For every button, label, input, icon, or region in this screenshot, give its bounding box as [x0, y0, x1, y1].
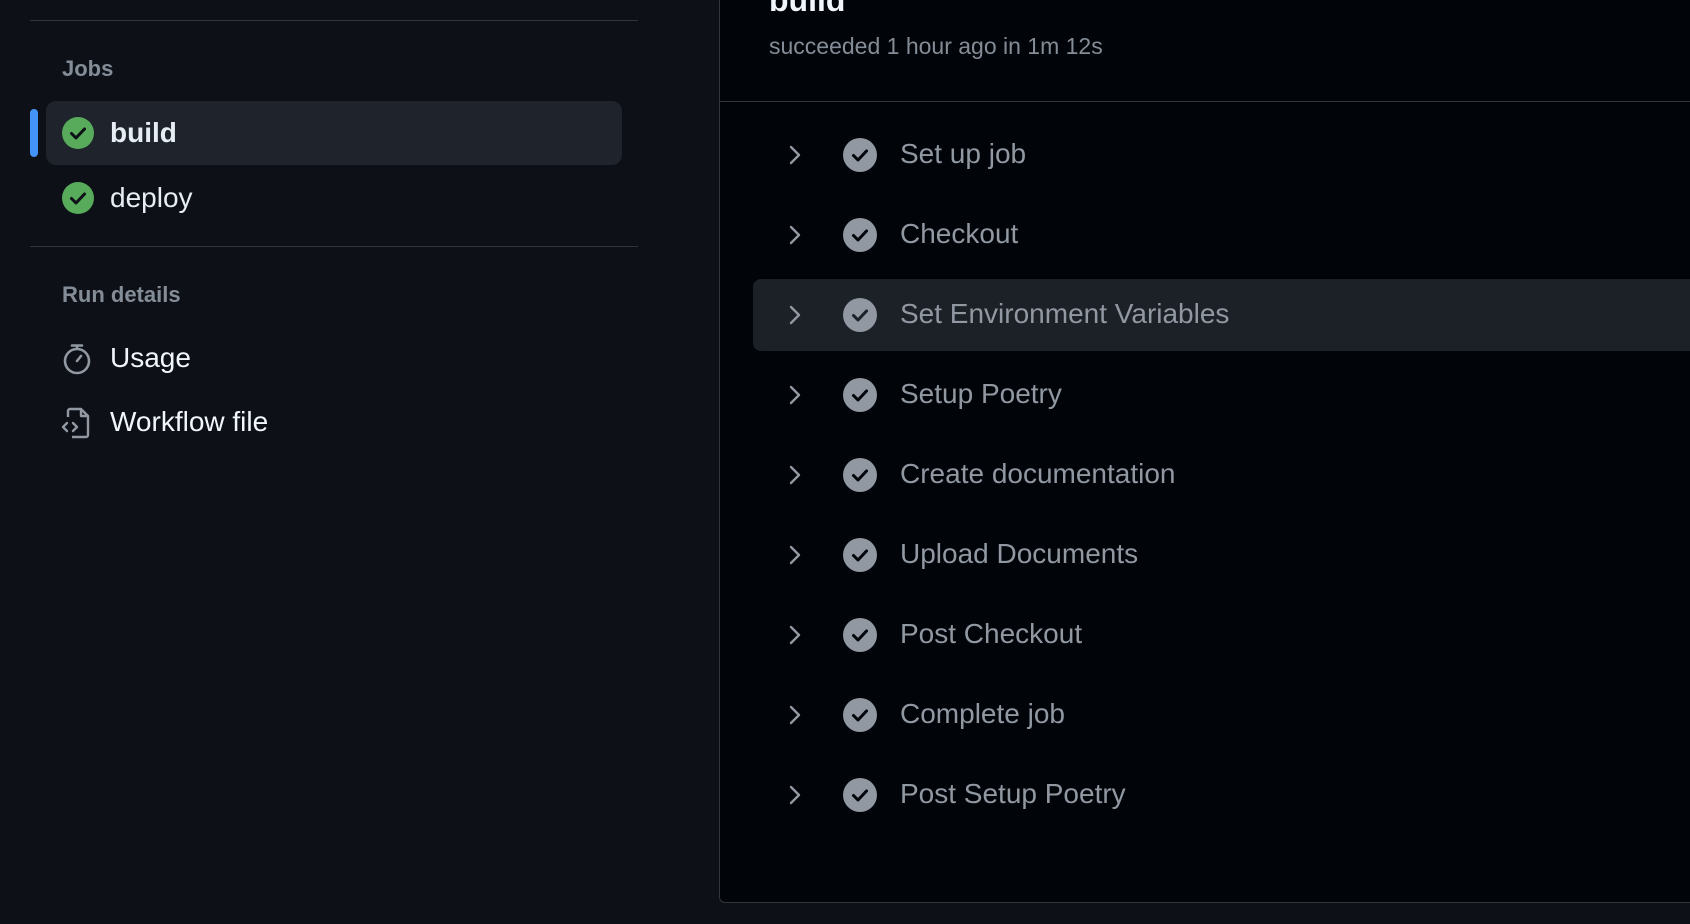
- check-circle-fill-icon: [843, 538, 877, 572]
- step-label: Upload Documents: [900, 538, 1139, 569]
- check-circle-fill-icon: [843, 138, 877, 172]
- check-circle-fill-icon: [843, 698, 877, 732]
- step-post-checkout[interactable]: Post Checkout: [753, 599, 1690, 671]
- job-status-text: succeeded 1 hour ago in 1m 12s: [769, 33, 1103, 59]
- run-details-section-title: Run details: [62, 282, 181, 307]
- chevron-right-icon: [789, 625, 801, 645]
- step-label: Post Checkout: [900, 618, 1083, 649]
- check-circle-fill-icon: [843, 378, 877, 412]
- step-upload-documents[interactable]: Upload Documents: [753, 519, 1690, 591]
- step-create-documentation[interactable]: Create documentation: [753, 439, 1690, 511]
- step-complete-job[interactable]: Complete job: [753, 679, 1690, 751]
- jobs-section-title: Jobs: [62, 56, 114, 81]
- sidebar-job-build[interactable]: build: [46, 101, 622, 165]
- step-post-setup-poetry[interactable]: Post Setup Poetry: [753, 759, 1690, 831]
- selected-job-indicator: [30, 109, 38, 157]
- check-circle-fill-icon: [843, 618, 877, 652]
- header-divider: [720, 101, 1690, 102]
- sidebar-item-usage[interactable]: Usage: [46, 330, 622, 386]
- file-code-icon: [61, 407, 90, 439]
- step-label: Post Setup Poetry: [900, 778, 1126, 809]
- sidebar-divider: [30, 246, 638, 247]
- workflow-run-page: Jobs build deploy Run details Usage Work…: [0, 0, 1690, 924]
- check-circle-fill-icon: [843, 458, 877, 492]
- check-circle-fill-icon: [62, 182, 94, 214]
- step-label: Set Environment Variables: [900, 298, 1230, 329]
- step-label: Complete job: [900, 698, 1065, 729]
- chevron-right-icon: [789, 145, 801, 165]
- sidebar-divider: [30, 20, 638, 21]
- step-set-up-job[interactable]: Set up job: [753, 119, 1690, 191]
- check-circle-fill-icon: [843, 298, 877, 332]
- step-label: Checkout: [900, 218, 1019, 249]
- chevron-right-icon: [789, 385, 801, 405]
- chevron-right-icon: [789, 545, 801, 565]
- job-title: build: [769, 0, 846, 18]
- step-label: Setup Poetry: [900, 378, 1062, 409]
- step-checkout[interactable]: Checkout: [753, 199, 1690, 271]
- step-label: Create documentation: [900, 458, 1176, 489]
- chevron-right-icon: [789, 305, 801, 325]
- step-set-environment-variables[interactable]: Set Environment Variables: [753, 279, 1690, 351]
- chevron-right-icon: [789, 225, 801, 245]
- sidebar-job-label: build: [110, 117, 177, 148]
- chevron-right-icon: [789, 465, 801, 485]
- sidebar-item-workflow-file[interactable]: Workflow file: [46, 394, 622, 450]
- chevron-right-icon: [789, 785, 801, 805]
- sidebar-job-deploy[interactable]: deploy: [46, 166, 622, 230]
- stopwatch-icon: [63, 344, 91, 375]
- check-circle-fill-icon: [843, 778, 877, 812]
- check-circle-fill-icon: [62, 117, 94, 149]
- sidebar-job-label: deploy: [110, 182, 193, 213]
- job-detail-panel: build succeeded 1 hour ago in 1m 12s Set…: [719, 0, 1690, 903]
- step-setup-poetry[interactable]: Setup Poetry: [753, 359, 1690, 431]
- check-circle-fill-icon: [843, 218, 877, 252]
- step-label: Set up job: [900, 138, 1027, 169]
- sidebar-item-label: Workflow file: [110, 406, 269, 437]
- chevron-right-icon: [789, 705, 801, 725]
- sidebar: Jobs build deploy Run details Usage Work…: [0, 0, 700, 924]
- sidebar-item-label: Usage: [110, 342, 191, 373]
